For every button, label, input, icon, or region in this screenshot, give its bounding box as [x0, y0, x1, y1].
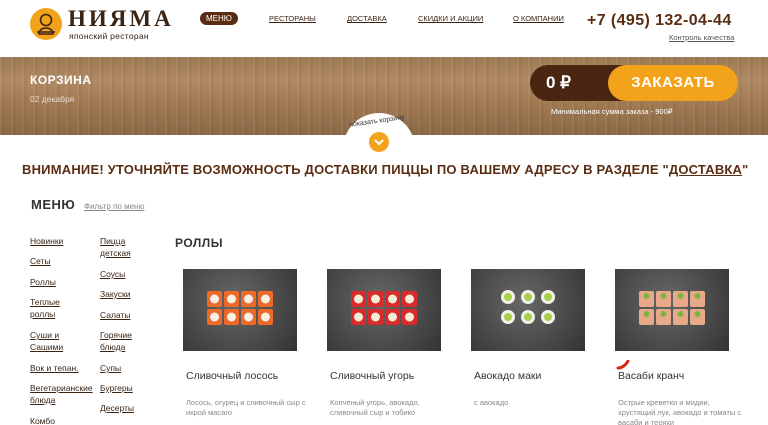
menu-item-soups[interactable]: Супы	[100, 362, 150, 374]
menu-item-sauces[interactable]: Соусы	[100, 268, 150, 280]
product-desc-avocado: с авокадо	[474, 398, 509, 407]
notice-quote: "	[742, 162, 749, 177]
menu-item-wok[interactable]: Вок и тепан.	[30, 362, 100, 374]
menu-item-hot-dishes[interactable]: Горячие блюда	[100, 329, 145, 353]
logo-subtitle: японский ресторан	[69, 31, 149, 41]
menu-item-pizza-kids[interactable]: Пицца детская	[100, 235, 145, 259]
nav-restaurants[interactable]: РЕСТОРАНЫ	[269, 14, 316, 23]
menu-item-sety[interactable]: Сеты	[30, 255, 95, 267]
notice-text: ВНИМАНИЕ! УТОЧНЯЙТЕ ВОЗМОЖНОСТЬ ДОСТАВКИ…	[22, 162, 669, 177]
product-desc-wasabi: Острые креветки и мидии, хрустящий лук, …	[618, 398, 742, 425]
order-button[interactable]: ЗАКАЗАТЬ	[608, 65, 738, 101]
product-image-eel[interactable]	[327, 269, 441, 351]
section-title: РОЛЛЫ	[175, 236, 223, 250]
cart-date: 02 декабря	[30, 94, 75, 104]
monk-logo-icon[interactable]	[30, 8, 62, 40]
cart-title: КОРЗИНА	[30, 73, 92, 87]
notice-delivery-link[interactable]: ДОСТАВКА	[669, 162, 742, 177]
menu-item-rolly[interactable]: Роллы	[30, 276, 95, 288]
product-image-wasabi[interactable]	[615, 269, 729, 351]
logo-title[interactable]: НИЯМА	[68, 6, 174, 32]
menu-filter-link[interactable]: Фильтр по меню	[84, 202, 144, 211]
product-name-eel[interactable]: Сливочный угорь	[330, 370, 414, 382]
product-name-wasabi[interactable]: Васаби кранч	[618, 370, 684, 382]
product-desc-salmon: Лосось, огурец и сливочный сыр с икрой м…	[186, 398, 306, 417]
product-image-salmon[interactable]	[183, 269, 297, 351]
quality-control-link[interactable]: Контроль качества	[669, 33, 734, 42]
menu-item-snacks[interactable]: Закуски	[100, 288, 150, 300]
site-header: НИЯМА японский ресторан МЕНЮ РЕСТОРАНЫ Д…	[0, 0, 768, 57]
menu-item-vegetarian[interactable]: Вегетарианские блюда	[30, 382, 102, 406]
product-desc-eel: Копченый угорь, авокадо, сливочный сыр и…	[330, 398, 420, 417]
nav-menu[interactable]: МЕНЮ	[200, 12, 238, 25]
nav-discounts[interactable]: СКИДКИ И АКЦИИ	[418, 14, 483, 23]
delivery-notice: ВНИМАНИЕ! УТОЧНЯЙТЕ ВОЗМОЖНОСТЬ ДОСТАВКИ…	[22, 162, 749, 177]
product-name-avocado[interactable]: Авокадо маки	[474, 370, 541, 382]
product-name-salmon[interactable]: Сливочный лосось	[186, 370, 278, 382]
min-order-note: Минимальная сумма заказа - 900₽	[551, 107, 673, 116]
menu-item-combo[interactable]: Комбо	[30, 415, 95, 425]
menu-item-sushi-sashimi[interactable]: Суши и Сашими	[30, 329, 78, 353]
chili-pepper-icon	[616, 357, 630, 370]
phone-number[interactable]: +7 (495) 132-04-44	[587, 12, 732, 30]
menu-item-burgers[interactable]: Бургеры	[100, 382, 150, 394]
cart-sum: 0 ₽	[546, 73, 571, 92]
menu-item-novinki[interactable]: Новинки	[30, 235, 95, 247]
nav-delivery[interactable]: ДОСТАВКА	[347, 14, 387, 23]
product-image-avocado[interactable]	[471, 269, 585, 351]
menu-heading: МЕНЮ	[31, 197, 76, 212]
menu-item-salads[interactable]: Салаты	[100, 309, 150, 321]
nav-about[interactable]: О КОМПАНИИ	[513, 14, 564, 23]
menu-item-teplye-rolly[interactable]: Теплые роллы	[30, 296, 78, 320]
menu-item-desserts[interactable]: Десерты	[100, 402, 150, 414]
chevron-down-icon[interactable]	[369, 132, 389, 152]
